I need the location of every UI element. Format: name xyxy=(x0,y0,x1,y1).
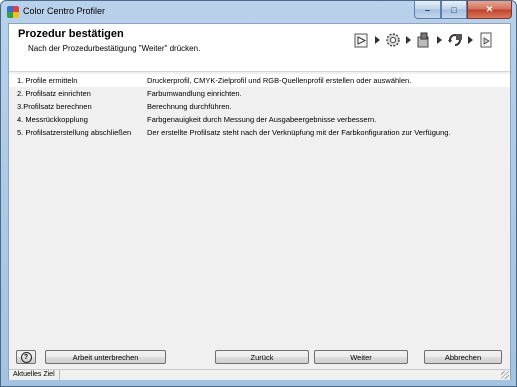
page-header: Prozedur bestätigen Nach der Prozedurbes… xyxy=(9,24,510,72)
app-window: Color Centro Profiler – □ ✕ Prozedur bes… xyxy=(0,0,517,387)
step-name: 5. Profilsatzerstellung abschließen xyxy=(17,128,132,137)
step-name: 3.Profilsatz berechnen xyxy=(17,102,92,111)
procedure-steps: 1. Profile ermitteln Druckerprofil, CMYK… xyxy=(9,74,510,139)
measure-icon xyxy=(414,30,434,50)
step-description: Farbgenauigkeit durch Messung der Ausgab… xyxy=(147,115,377,124)
gear-icon xyxy=(383,30,403,50)
maximize-button[interactable]: □ xyxy=(441,1,467,19)
app-icon xyxy=(7,6,19,18)
step-row: 5. Profilsatzerstellung abschließen Der … xyxy=(9,126,510,139)
minimize-button[interactable]: – xyxy=(414,1,441,19)
close-button[interactable]: ✕ xyxy=(467,1,512,19)
report-icon xyxy=(476,30,496,50)
help-icon: ? xyxy=(20,351,32,363)
back-button[interactable]: Zurück xyxy=(215,350,309,364)
printer-profile-icon xyxy=(352,30,372,50)
arrow-icon xyxy=(375,36,380,44)
step-row: 2. Profilsatz einrichten Farbumwandlung … xyxy=(9,87,510,100)
interrupt-work-button[interactable]: Arbeit unterbrechen xyxy=(45,350,166,364)
step-description: Der erstellte Profilsatz steht nach der … xyxy=(147,128,451,137)
page-subtitle: Nach der Prozedurbestätigung "Weiter" dr… xyxy=(28,44,201,53)
arrow-icon xyxy=(406,36,411,44)
client-area: Prozedur bestätigen Nach der Prozedurbes… xyxy=(8,23,511,380)
step-description: Druckerprofil, CMYK-Zielprofil und RGB-Q… xyxy=(147,76,412,85)
window-title: Color Centro Profiler xyxy=(23,6,106,16)
step-name: 1. Profile ermitteln xyxy=(17,76,78,85)
workflow-steps xyxy=(352,27,502,53)
cancel-button[interactable]: Abbrechen xyxy=(424,350,502,364)
help-button[interactable]: ? xyxy=(16,350,36,364)
caption-buttons: – □ ✕ xyxy=(414,1,512,19)
arrow-icon xyxy=(468,36,473,44)
step-row: 3.Profilsatz berechnen Berechnung durchf… xyxy=(9,100,510,113)
status-bar: Aktuelles Ziel xyxy=(9,369,510,380)
title-bar[interactable]: Color Centro Profiler – □ ✕ xyxy=(1,1,516,23)
next-button[interactable]: Weiter xyxy=(314,350,408,364)
step-description: Farbumwandlung einrichten. xyxy=(147,89,242,98)
step-name: 4. Messrückkopplung xyxy=(17,115,88,124)
refresh-icon xyxy=(445,30,465,50)
page-title: Prozedur bestätigen xyxy=(18,28,124,40)
step-row: 4. Messrückkopplung Farbgenauigkeit durc… xyxy=(9,113,510,126)
step-description: Berechnung durchführen. xyxy=(147,102,232,111)
resize-grip-icon[interactable] xyxy=(501,371,509,379)
arrow-icon xyxy=(437,36,442,44)
step-row: 1. Profile ermitteln Druckerprofil, CMYK… xyxy=(9,74,510,87)
step-name: 2. Profilsatz einrichten xyxy=(17,89,91,98)
status-current-target: Aktuelles Ziel xyxy=(9,370,60,380)
